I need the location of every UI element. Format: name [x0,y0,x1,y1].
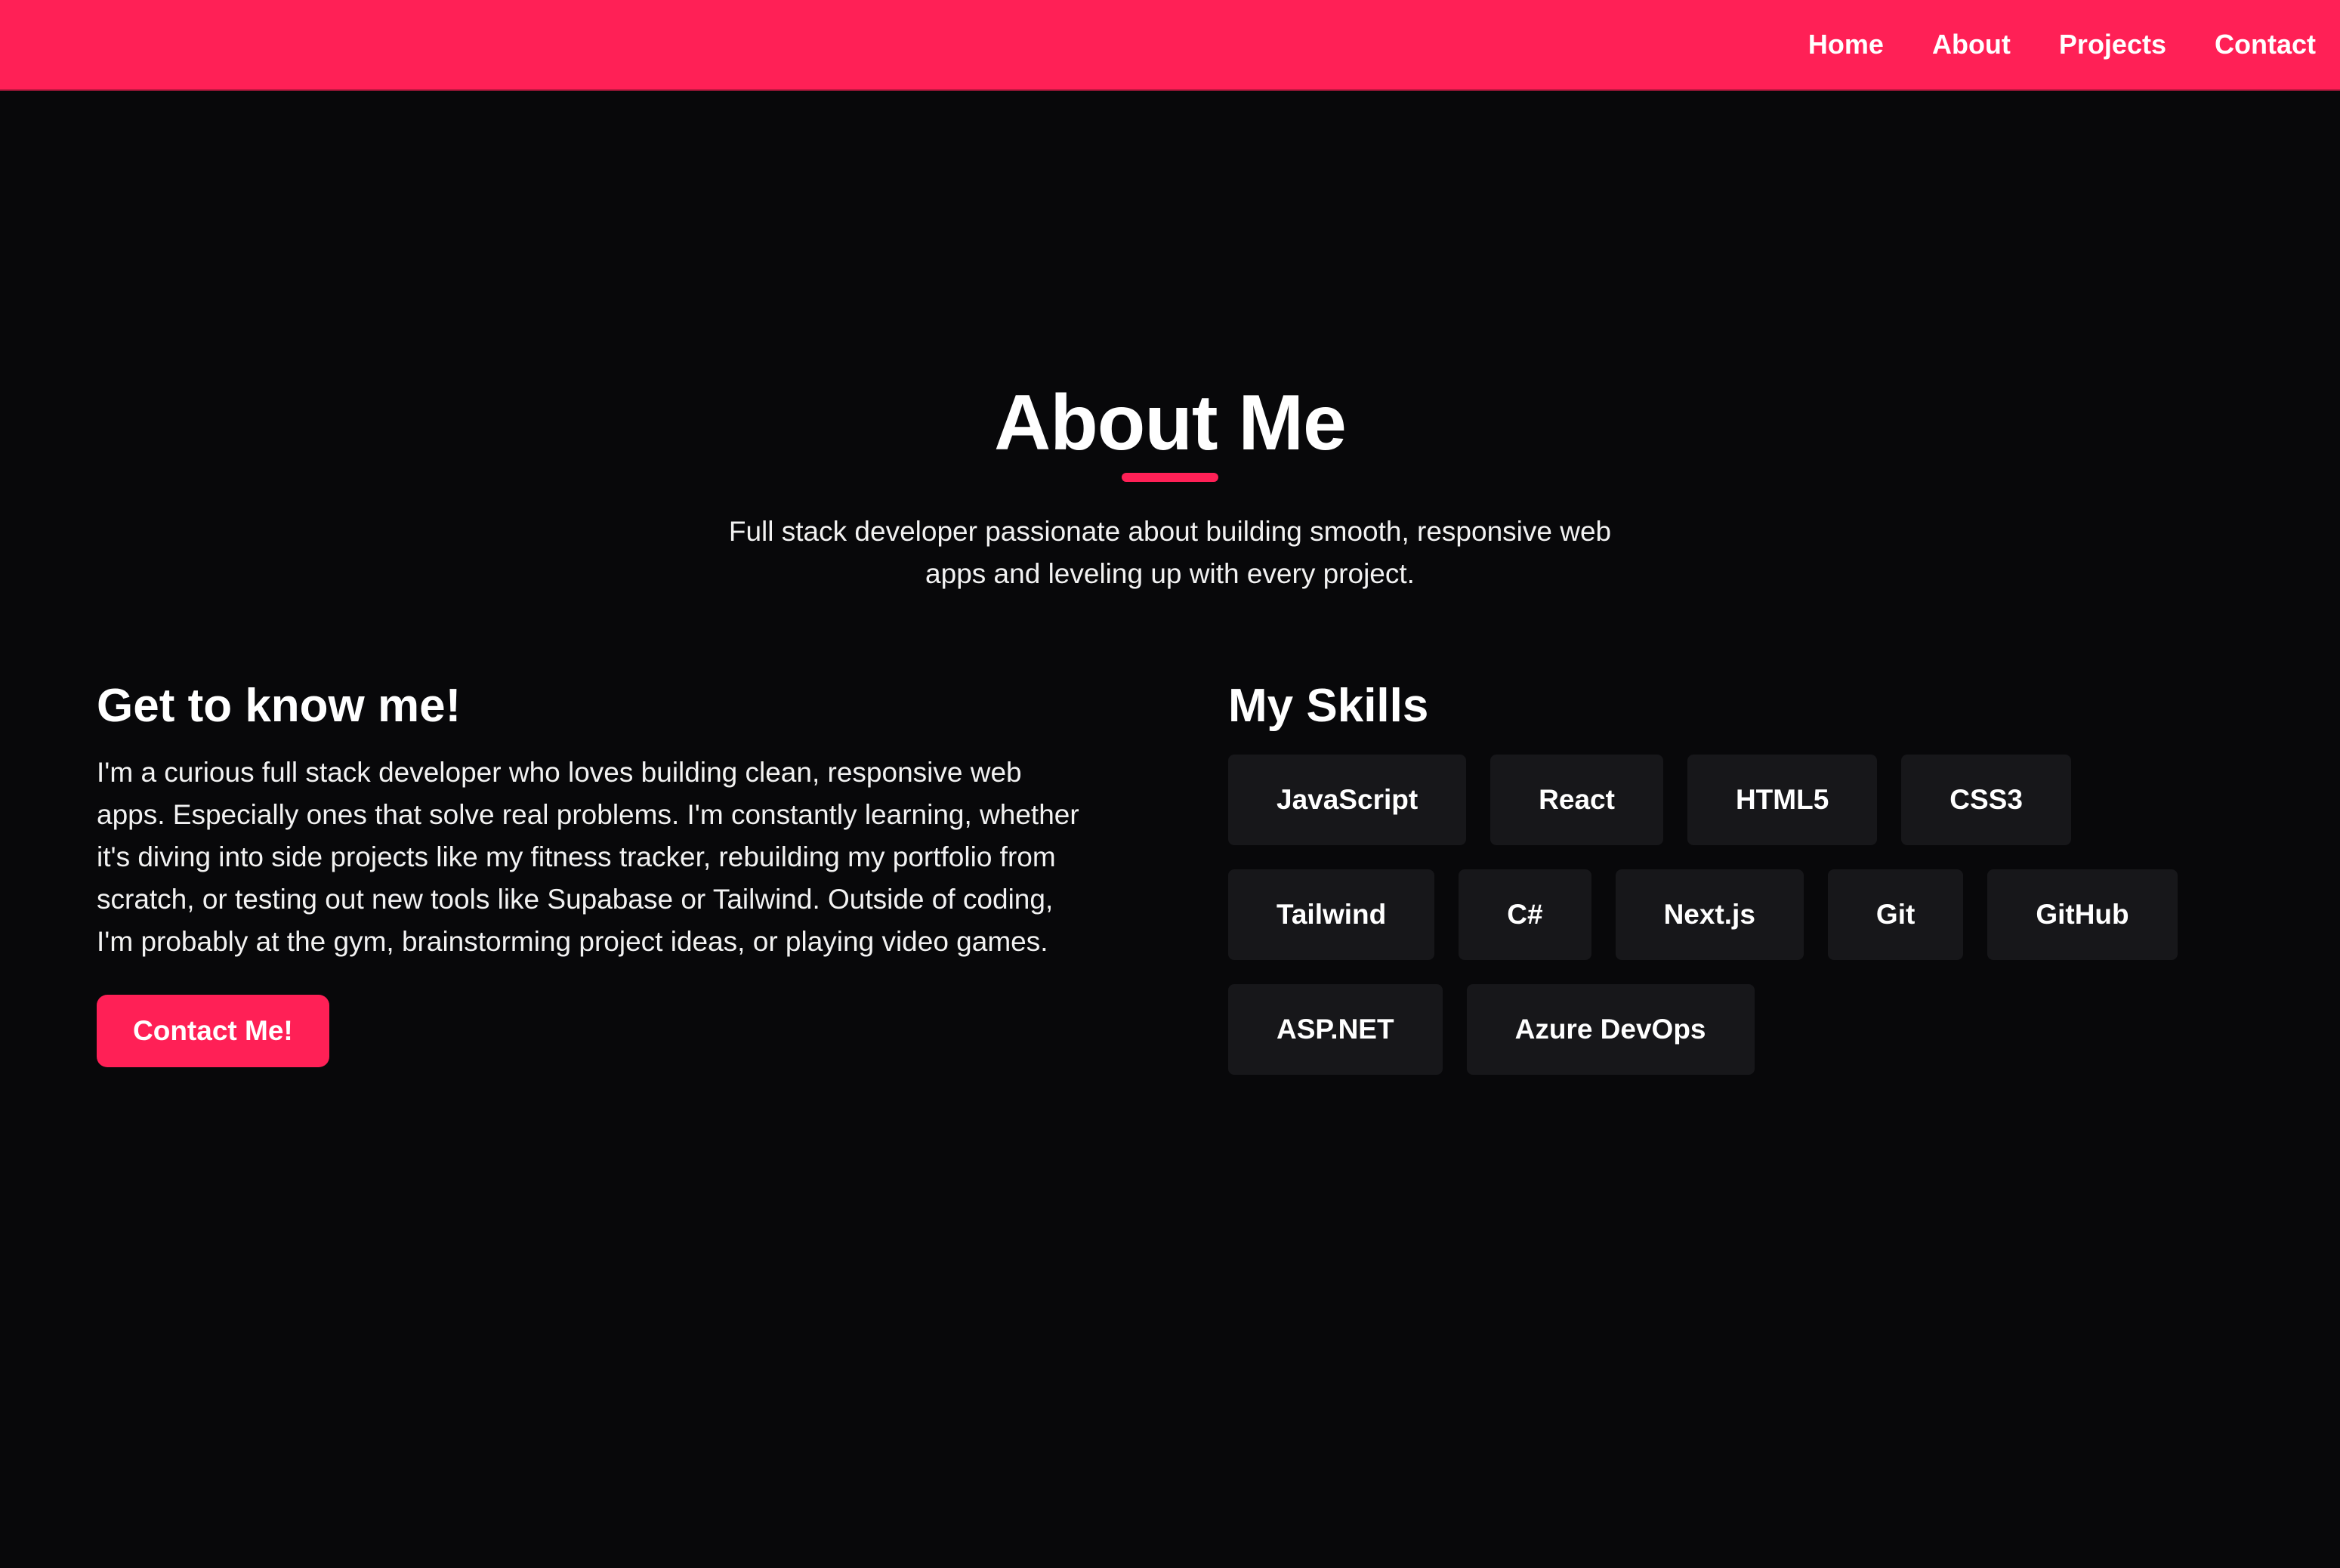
nav-link-home[interactable]: Home [1808,29,1884,60]
skill-chip-git: Git [1827,869,1964,960]
nav-link-contact[interactable]: Contact [2215,29,2316,60]
page-title: About Me [994,379,1347,467]
skill-chip-javascript: JavaScript [1228,755,1467,845]
skill-chip-nextjs: Next.js [1615,869,1804,960]
about-heading: Get to know me! [97,680,462,732]
skill-chip-html5: HTML5 [1687,755,1878,845]
title-underline [1122,473,1218,482]
hero-section: About Me Full stack developer passionate… [0,378,2340,595]
nav-link-projects[interactable]: Projects [2059,29,2166,60]
about-bio: I'm a curious full stack developer who l… [97,757,1079,957]
skill-chip-tailwind: Tailwind [1228,869,1435,960]
top-navbar: Home About Projects Contact [0,0,2340,91]
skills-section: My Skills JavaScript React HTML5 CSS3 Ta… [1228,676,2210,1075]
skill-chip-react: React [1490,755,1663,845]
skill-chip-azure-devops: Azure DevOps [1466,984,1755,1075]
skill-chip-github: GitHub [1987,869,2178,960]
skill-chip-csharp: C# [1459,869,1591,960]
skill-chip-aspnet: ASP.NET [1228,984,1443,1075]
nav-link-about[interactable]: About [1932,29,2011,60]
skills-heading: My Skills [1228,680,1429,732]
page-subtitle: Full stack developer passionate about bu… [728,516,1612,589]
skill-chip-css3: CSS3 [1901,755,2071,845]
contact-me-button[interactable]: Contact Me! [97,995,329,1067]
about-section: Get to know me! I'm a curious full stack… [97,676,1094,1067]
skills-list: JavaScript React HTML5 CSS3 Tailwind C# … [1228,755,2210,1075]
